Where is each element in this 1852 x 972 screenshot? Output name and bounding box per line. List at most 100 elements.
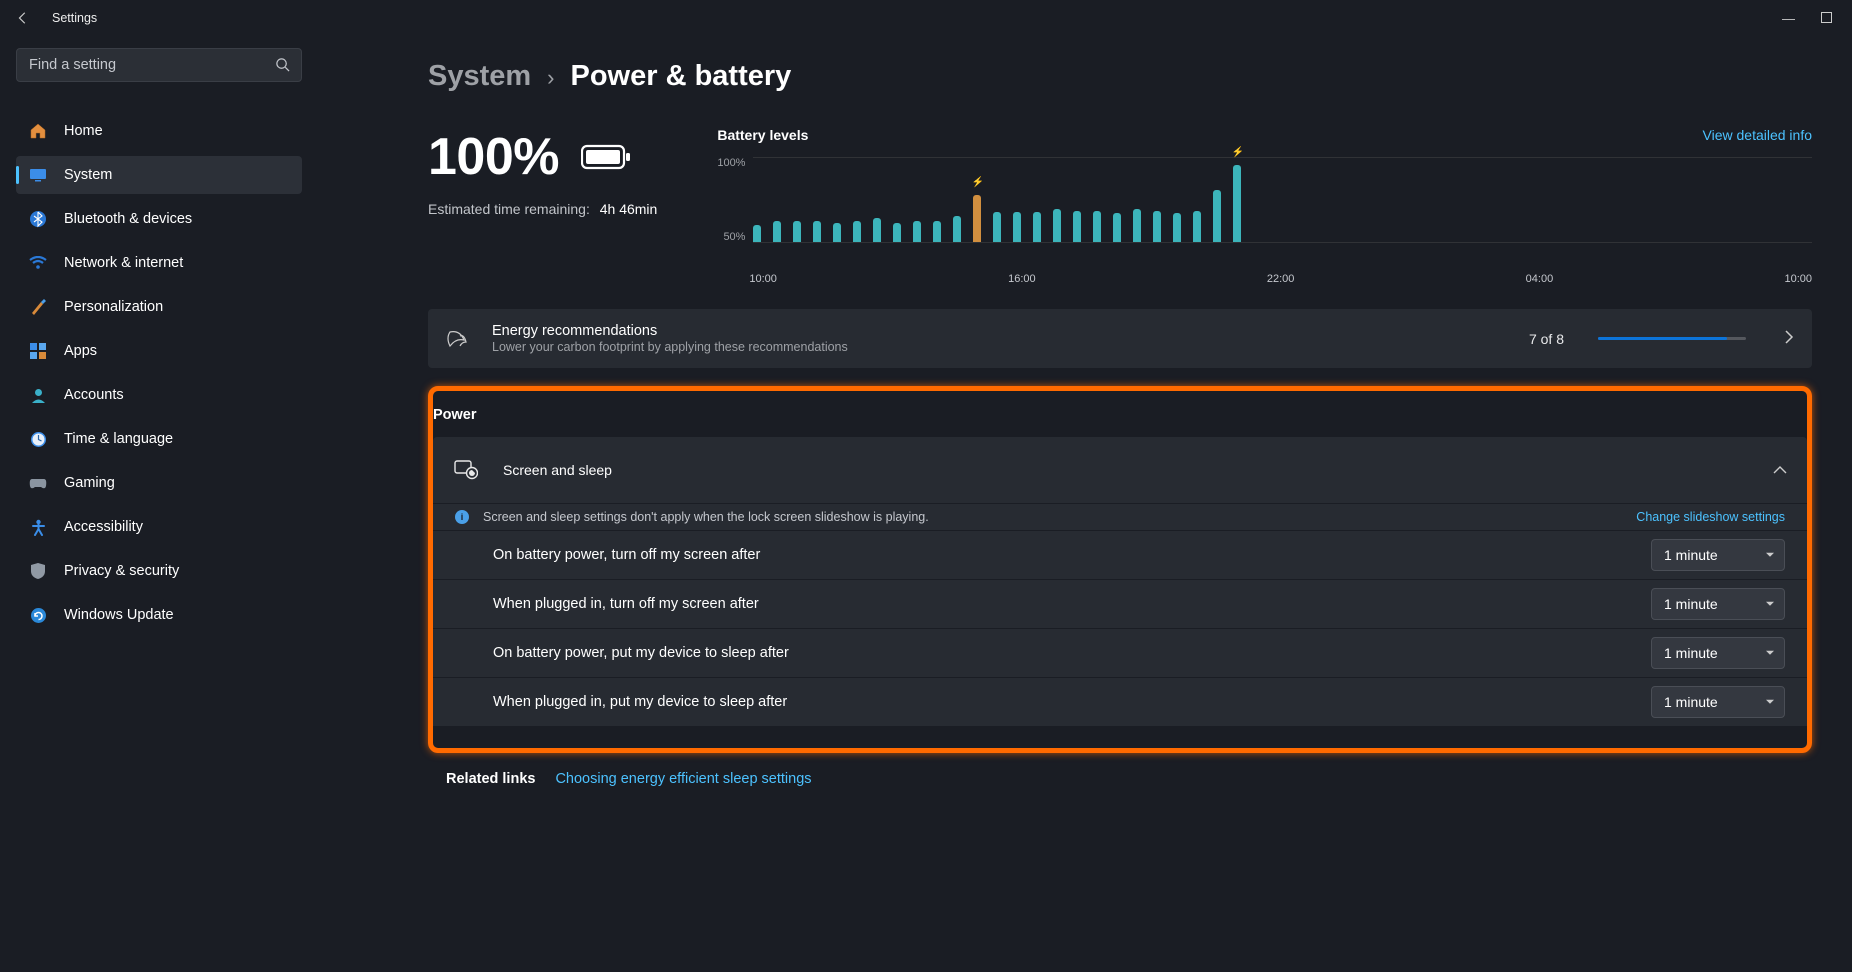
charging-bolt-icon: ⚡: [1231, 147, 1243, 158]
update-icon: [28, 605, 48, 625]
nav-item-gaming[interactable]: Gaming: [16, 464, 302, 502]
nav-item-personalization[interactable]: Personalization: [16, 288, 302, 326]
accounts-icon: [28, 385, 48, 405]
title-bar: Settings —: [0, 0, 1852, 36]
chart-title: Battery levels: [717, 127, 808, 143]
setting-row: When plugged in, turn off my screen afte…: [433, 579, 1807, 628]
battery-estimate: Estimated time remaining: 4h 46min: [428, 201, 657, 217]
chart-bar: [813, 221, 821, 243]
minimize-button[interactable]: —: [1782, 11, 1795, 26]
system-icon: [28, 165, 48, 185]
apps-icon: [28, 341, 48, 361]
chart-bar: [1133, 209, 1141, 242]
sleep-plugged-dropdown[interactable]: 1 minute: [1651, 686, 1785, 718]
breadcrumb: System › Power & battery: [428, 60, 1812, 93]
page-title: Power & battery: [571, 60, 792, 93]
nav-item-apps[interactable]: Apps: [16, 332, 302, 370]
chart-bar: [1173, 213, 1181, 242]
charging-bolt-icon: ⚡: [971, 177, 983, 188]
energy-count: 7 of 8: [1529, 331, 1564, 347]
chevron-up-icon: [1773, 462, 1787, 478]
home-icon: [28, 121, 48, 141]
chart-bar: [1213, 190, 1221, 242]
chart-bar: [833, 223, 841, 242]
screen-sleep-label: Screen and sleep: [503, 462, 1749, 478]
main-content: System › Power & battery 100% Estimated …: [318, 36, 1852, 972]
battery-status: 100% Estimated time remaining: 4h 46min: [428, 127, 657, 285]
nav-item-network[interactable]: Network & internet: [16, 244, 302, 282]
chart-bar: [1193, 211, 1201, 242]
window-controls: —: [1782, 11, 1840, 26]
chart-bar: ⚡: [1233, 165, 1241, 242]
chart-bar: [913, 221, 921, 242]
setting-row: On battery power, turn off my screen aft…: [433, 530, 1807, 579]
nav-item-system[interactable]: System: [16, 156, 302, 194]
chart-bar: [993, 212, 1001, 242]
related-links: Related links Choosing energy efficient …: [428, 753, 1812, 791]
slideshow-settings-link[interactable]: Change slideshow settings: [1636, 510, 1785, 524]
energy-progress: [1598, 337, 1746, 340]
breadcrumb-parent[interactable]: System: [428, 60, 531, 93]
chevron-right-icon: [1784, 330, 1794, 347]
bluetooth-icon: [28, 209, 48, 229]
nav-item-time-language[interactable]: Time & language: [16, 420, 302, 458]
screen-off-plugged-dropdown[interactable]: 1 minute: [1651, 588, 1785, 620]
screen-sleep-icon: [453, 457, 479, 483]
nav: Home System Bluetooth & devices Network …: [16, 112, 302, 634]
energy-title: Energy recommendations: [492, 323, 1505, 339]
energy-recommendations-card[interactable]: Energy recommendations Lower your carbon…: [428, 309, 1812, 368]
info-text: Screen and sleep settings don't apply wh…: [483, 510, 929, 524]
setting-label: When plugged in, put my device to sleep …: [493, 694, 787, 710]
chart-bar: [953, 216, 961, 242]
setting-label: When plugged in, turn off my screen afte…: [493, 596, 759, 612]
battery-percent: 100%: [428, 127, 559, 187]
network-icon: [28, 253, 48, 273]
chart-bar: [853, 221, 861, 243]
chart-bar: [793, 221, 801, 243]
setting-label: On battery power, put my device to sleep…: [493, 645, 789, 661]
gaming-icon: [28, 473, 48, 493]
nav-item-bluetooth[interactable]: Bluetooth & devices: [16, 200, 302, 238]
chart-y-axis: 100% 50%: [717, 157, 753, 243]
sleep-battery-dropdown[interactable]: 1 minute: [1651, 637, 1785, 669]
search-container: [16, 48, 302, 82]
view-detailed-link[interactable]: View detailed info: [1703, 127, 1812, 143]
setting-row: On battery power, put my device to sleep…: [433, 628, 1807, 677]
accessibility-icon: [28, 517, 48, 537]
maximize-button[interactable]: [1821, 11, 1832, 26]
nav-item-accessibility[interactable]: Accessibility: [16, 508, 302, 546]
setting-row: When plugged in, put my device to sleep …: [433, 677, 1807, 726]
chart-x-axis: 10:00 16:00 22:00 04:00 10:00: [717, 273, 1812, 285]
shield-icon: [28, 561, 48, 581]
search-input[interactable]: [16, 48, 302, 82]
back-button[interactable]: [12, 7, 34, 29]
sidebar: Home System Bluetooth & devices Network …: [0, 36, 318, 972]
screen-sleep-header[interactable]: Screen and sleep: [433, 437, 1807, 503]
chart-bars[interactable]: ⚡⚡: [753, 157, 1812, 243]
search-icon: [275, 57, 290, 75]
info-icon: i: [455, 510, 469, 524]
chart-bar: ⚡: [973, 195, 981, 242]
battery-chart: Battery levels View detailed info 100% 5…: [717, 127, 1812, 285]
clock-icon: [28, 429, 48, 449]
personalization-icon: [28, 297, 48, 317]
nav-item-windows-update[interactable]: Windows Update: [16, 596, 302, 634]
chart-bar: [1153, 211, 1161, 242]
nav-item-home[interactable]: Home: [16, 112, 302, 150]
chart-bar: [933, 221, 941, 243]
info-bar: i Screen and sleep settings don't apply …: [433, 503, 1807, 530]
chart-bar: [893, 223, 901, 242]
chart-bar: [1113, 213, 1121, 242]
chart-bar: [773, 221, 781, 243]
chart-bar: [873, 218, 881, 242]
nav-item-accounts[interactable]: Accounts: [16, 376, 302, 414]
chart-bar: [1033, 212, 1041, 242]
energy-efficient-link[interactable]: Choosing energy efficient sleep settings: [555, 771, 811, 787]
power-section-title: Power: [433, 407, 1807, 423]
nav-item-privacy[interactable]: Privacy & security: [16, 552, 302, 590]
chart-bar: [753, 225, 761, 242]
chart-bar: [1073, 211, 1081, 242]
screen-sleep-card: Screen and sleep i Screen and sleep sett…: [433, 437, 1807, 726]
battery-icon: [581, 143, 631, 171]
screen-off-battery-dropdown[interactable]: 1 minute: [1651, 539, 1785, 571]
